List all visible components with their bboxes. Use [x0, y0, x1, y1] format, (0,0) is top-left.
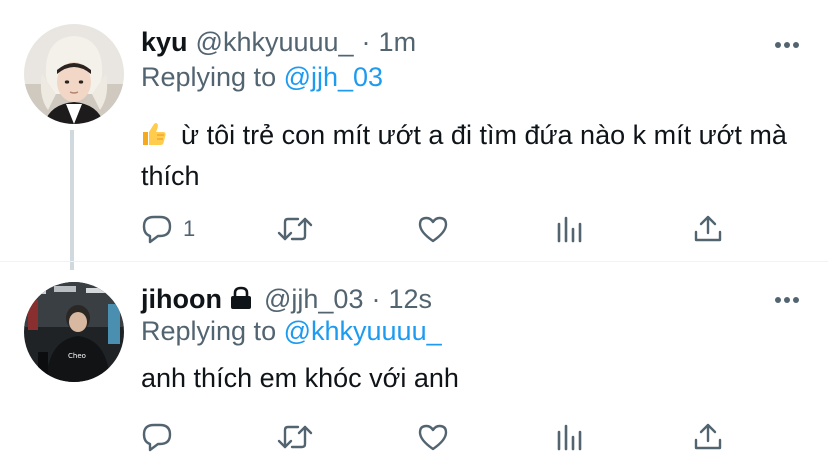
- separator-dot: ·: [371, 284, 381, 314]
- analytics-button[interactable]: [555, 420, 585, 454]
- replying-to-label: Replying to: [141, 316, 284, 346]
- action-bar: 1: [141, 212, 741, 246]
- reply-button[interactable]: [141, 420, 173, 454]
- heart-icon: [418, 424, 448, 451]
- tweet-header: jihoon @jjh_03 · 12s: [141, 282, 432, 316]
- share-icon: [694, 215, 722, 242]
- timestamp[interactable]: 1m: [379, 27, 417, 57]
- avatar[interactable]: Cheo: [24, 282, 124, 382]
- tweet-text: anh thích em khóc với anh: [141, 359, 811, 397]
- like-button[interactable]: [417, 212, 449, 246]
- analytics-button[interactable]: [555, 212, 585, 246]
- replying-to-label: Replying to: [141, 62, 284, 92]
- tweet[interactable]: Cheo jihoon @jjh_03 · 12s Replying to @khk…: [0, 262, 828, 465]
- separator-dot: ·: [361, 27, 371, 57]
- action-bar: [141, 420, 741, 454]
- heart-icon: [418, 216, 448, 243]
- thread-line: [70, 130, 74, 270]
- tweet-body: ừ tôi trẻ con mít ướt a đi tìm đứa nào k…: [141, 120, 787, 191]
- retweet-icon: [277, 217, 313, 241]
- replying-to: Replying to @khkyuuuu_: [141, 314, 442, 348]
- lock-icon: [228, 284, 254, 318]
- display-name[interactable]: kyu: [141, 27, 188, 57]
- tweet[interactable]: kyu @khkyuuuu_ · 1m Replying to @jjh_03 ừ t…: [0, 0, 828, 270]
- tweet-body: anh thích em khóc với anh: [141, 363, 459, 393]
- avatar[interactable]: [24, 24, 124, 124]
- replying-to-mention[interactable]: @jjh_03: [284, 62, 383, 92]
- replying-to-mention[interactable]: @khkyuuuu_: [284, 316, 442, 346]
- username[interactable]: @khkyuuuu_: [196, 27, 354, 57]
- timestamp[interactable]: 12s: [388, 284, 432, 314]
- analytics-icon: [557, 216, 582, 243]
- reply-icon: [142, 215, 172, 244]
- display-name[interactable]: jihoon: [141, 284, 222, 314]
- analytics-icon: [557, 424, 582, 451]
- svg-text:Cheo: Cheo: [68, 352, 86, 360]
- more-options-icon[interactable]: [774, 37, 800, 48]
- reply-button[interactable]: 1: [141, 212, 195, 246]
- reply-icon: [142, 423, 172, 452]
- tweet-header: kyu @khkyuuuu_ · 1m: [141, 25, 416, 59]
- retweet-icon: [277, 425, 313, 449]
- more-options-icon[interactable]: [774, 292, 800, 303]
- thumbs-up-icon: [141, 119, 167, 157]
- retweet-button[interactable]: [277, 420, 313, 454]
- reply-count: 1: [183, 216, 196, 241]
- username[interactable]: @jjh_03: [264, 284, 363, 314]
- share-button[interactable]: [693, 420, 723, 454]
- retweet-button[interactable]: [277, 212, 313, 246]
- replying-to: Replying to @jjh_03: [141, 60, 383, 94]
- tweet-text: ừ tôi trẻ con mít ướt a đi tìm đứa nào k…: [141, 116, 811, 195]
- like-button[interactable]: [417, 420, 449, 454]
- share-icon: [694, 423, 722, 450]
- share-button[interactable]: [693, 212, 723, 246]
